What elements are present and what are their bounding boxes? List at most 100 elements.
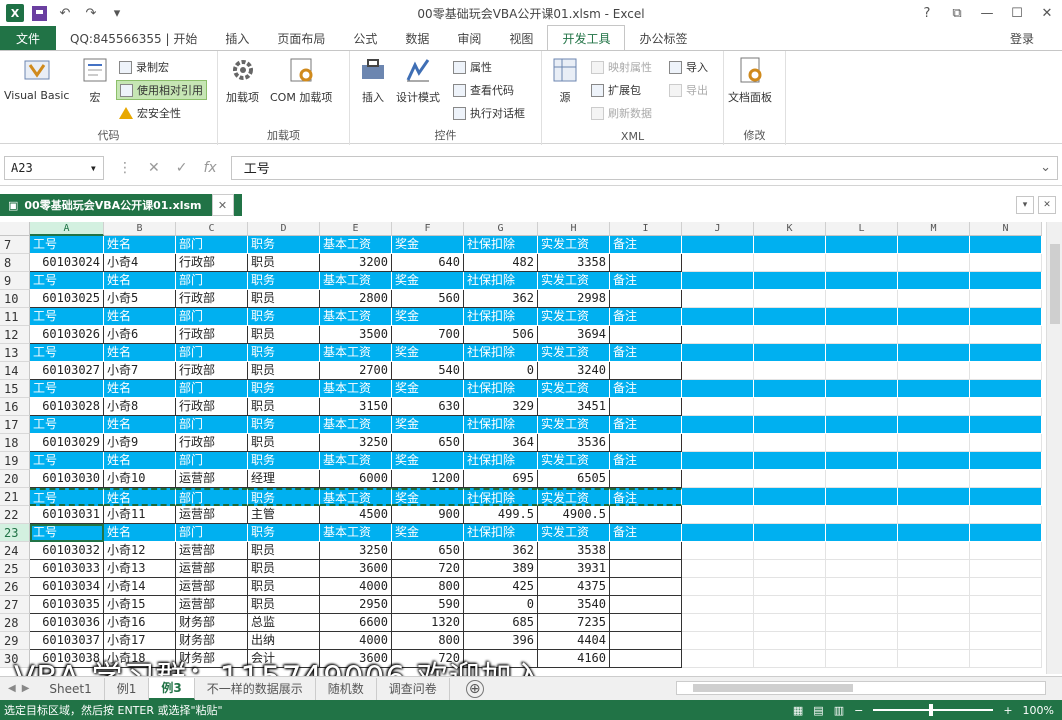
row-header[interactable]: 27 [0, 596, 30, 614]
data-cell-col-a[interactable]: 60103030 [30, 470, 104, 488]
data-cell-col-a[interactable]: 60103026 [30, 326, 104, 344]
header-cell-col-g[interactable]: 社保扣除 [464, 380, 538, 398]
empty-cell[interactable] [682, 578, 754, 596]
header-cell-col-b[interactable]: 姓名 [104, 524, 176, 542]
cancel-entry-button[interactable]: ✕ [148, 160, 160, 176]
row-header[interactable]: 16 [0, 398, 30, 416]
empty-cell[interactable] [898, 308, 970, 326]
empty-cell[interactable] [754, 398, 826, 416]
view-code-button[interactable]: 查看代码 [450, 80, 517, 100]
data-cell-col-d[interactable]: 职员 [248, 398, 320, 416]
sheet-nav-next-icon[interactable]: ▶ [22, 683, 30, 694]
empty-cell[interactable] [898, 434, 970, 452]
data-cell-col-c[interactable]: 财务部 [176, 632, 248, 650]
empty-cell[interactable] [754, 506, 826, 524]
header-cell-col-d[interactable]: 职务 [248, 272, 320, 290]
row-header[interactable]: 18 [0, 434, 30, 452]
empty-cell[interactable] [826, 362, 898, 380]
data-cell-col-d[interactable]: 职员 [248, 434, 320, 452]
data-cell-col-b[interactable]: 小奇11 [104, 506, 176, 524]
empty-cell[interactable] [970, 524, 1042, 542]
header-cell-col-e[interactable]: 基本工资 [320, 344, 392, 362]
data-cell-col-d[interactable]: 职员 [248, 254, 320, 272]
header-cell-col-b[interactable]: 姓名 [104, 272, 176, 290]
column-header-f[interactable]: F [392, 222, 464, 236]
data-cell-col-d[interactable]: 职员 [248, 560, 320, 578]
data-cell-col-i[interactable] [610, 470, 682, 488]
header-cell-col-h[interactable]: 实发工资 [538, 524, 610, 542]
sheet-tab[interactable]: 随机数 [316, 677, 377, 700]
data-cell-col-a[interactable]: 60103031 [30, 506, 104, 524]
empty-cell[interactable] [754, 614, 826, 632]
header-cell-col-d[interactable]: 职务 [248, 380, 320, 398]
empty-cell[interactable] [970, 434, 1042, 452]
data-cell-col-h[interactable]: 3931 [538, 560, 610, 578]
data-cell-col-h[interactable]: 3240 [538, 362, 610, 380]
data-cell-col-f[interactable]: 800 [392, 632, 464, 650]
empty-cell[interactable] [754, 380, 826, 398]
header-cell-col-e[interactable]: 基本工资 [320, 416, 392, 434]
data-cell-col-e[interactable]: 6000 [320, 470, 392, 488]
close-workbook-tab-button[interactable]: ✕ [211, 194, 234, 216]
header-cell-col-h[interactable]: 实发工资 [538, 344, 610, 362]
data-cell-col-g[interactable]: 389 [464, 560, 538, 578]
data-cell-col-a[interactable]: 60103037 [30, 632, 104, 650]
tab-insert[interactable]: 插入 [211, 26, 263, 50]
empty-cell[interactable] [826, 596, 898, 614]
empty-cell[interactable] [898, 272, 970, 290]
empty-cell[interactable] [682, 434, 754, 452]
empty-cell[interactable] [754, 362, 826, 380]
column-header-i[interactable]: I [610, 222, 682, 236]
data-cell-col-e[interactable]: 2700 [320, 362, 392, 380]
empty-cell[interactable] [970, 578, 1042, 596]
header-cell-col-i[interactable]: 备注 [610, 380, 682, 398]
empty-cell[interactable] [826, 650, 898, 668]
column-header-m[interactable]: M [898, 222, 970, 236]
add-sheet-button[interactable]: ⊕ [465, 679, 484, 698]
macro-security-button[interactable]: 宏安全性 [116, 103, 184, 123]
zoom-in-button[interactable]: + [1003, 704, 1012, 717]
header-cell-col-c[interactable]: 部门 [176, 488, 248, 506]
header-cell-col-a[interactable]: 工号 [30, 344, 104, 362]
map-properties-button[interactable]: 映射属性 [588, 57, 655, 77]
data-cell-col-g[interactable]: 396 [464, 632, 538, 650]
empty-cell[interactable] [682, 488, 754, 506]
column-header-h[interactable]: H [538, 222, 610, 236]
empty-cell[interactable] [682, 650, 754, 668]
empty-cell[interactable] [682, 506, 754, 524]
confirm-entry-button[interactable]: ✓ [176, 160, 188, 176]
header-cell-col-f[interactable]: 奖金 [392, 272, 464, 290]
empty-cell[interactable] [826, 578, 898, 596]
data-cell-col-d[interactable]: 职员 [248, 290, 320, 308]
data-cell-col-i[interactable] [610, 254, 682, 272]
empty-cell[interactable] [970, 632, 1042, 650]
empty-cell[interactable] [682, 542, 754, 560]
header-cell-col-c[interactable]: 部门 [176, 452, 248, 470]
empty-cell[interactable] [754, 434, 826, 452]
data-cell-col-e[interactable]: 2950 [320, 596, 392, 614]
data-cell-col-c[interactable]: 行政部 [176, 398, 248, 416]
header-cell-col-d[interactable]: 职务 [248, 236, 320, 254]
data-cell-col-f[interactable]: 560 [392, 290, 464, 308]
data-cell-col-f[interactable]: 540 [392, 362, 464, 380]
data-cell-col-g[interactable]: 362 [464, 542, 538, 560]
data-cell-col-h[interactable]: 7235 [538, 614, 610, 632]
header-cell-col-a[interactable]: 工号 [30, 452, 104, 470]
header-cell-col-h[interactable]: 实发工资 [538, 488, 610, 506]
empty-cell[interactable] [682, 632, 754, 650]
data-cell-col-e[interactable]: 4500 [320, 506, 392, 524]
data-cell-col-h[interactable]: 6505 [538, 470, 610, 488]
tab-home[interactable]: QQ:845566355 | 开始 [56, 26, 211, 50]
run-dialog-button[interactable]: 执行对话框 [450, 103, 528, 123]
vertical-scrollbar[interactable] [1046, 222, 1062, 674]
data-cell-col-h[interactable]: 3451 [538, 398, 610, 416]
sheet-tab[interactable]: 调查问卷 [377, 677, 450, 700]
data-cell-col-d[interactable]: 职员 [248, 362, 320, 380]
row-header[interactable]: 25 [0, 560, 30, 578]
record-macro-button[interactable]: 录制宏 [116, 57, 172, 77]
header-cell-col-i[interactable]: 备注 [610, 308, 682, 326]
data-cell-col-d[interactable]: 主管 [248, 506, 320, 524]
empty-cell[interactable] [970, 362, 1042, 380]
header-cell-col-f[interactable]: 奖金 [392, 308, 464, 326]
empty-cell[interactable] [682, 398, 754, 416]
